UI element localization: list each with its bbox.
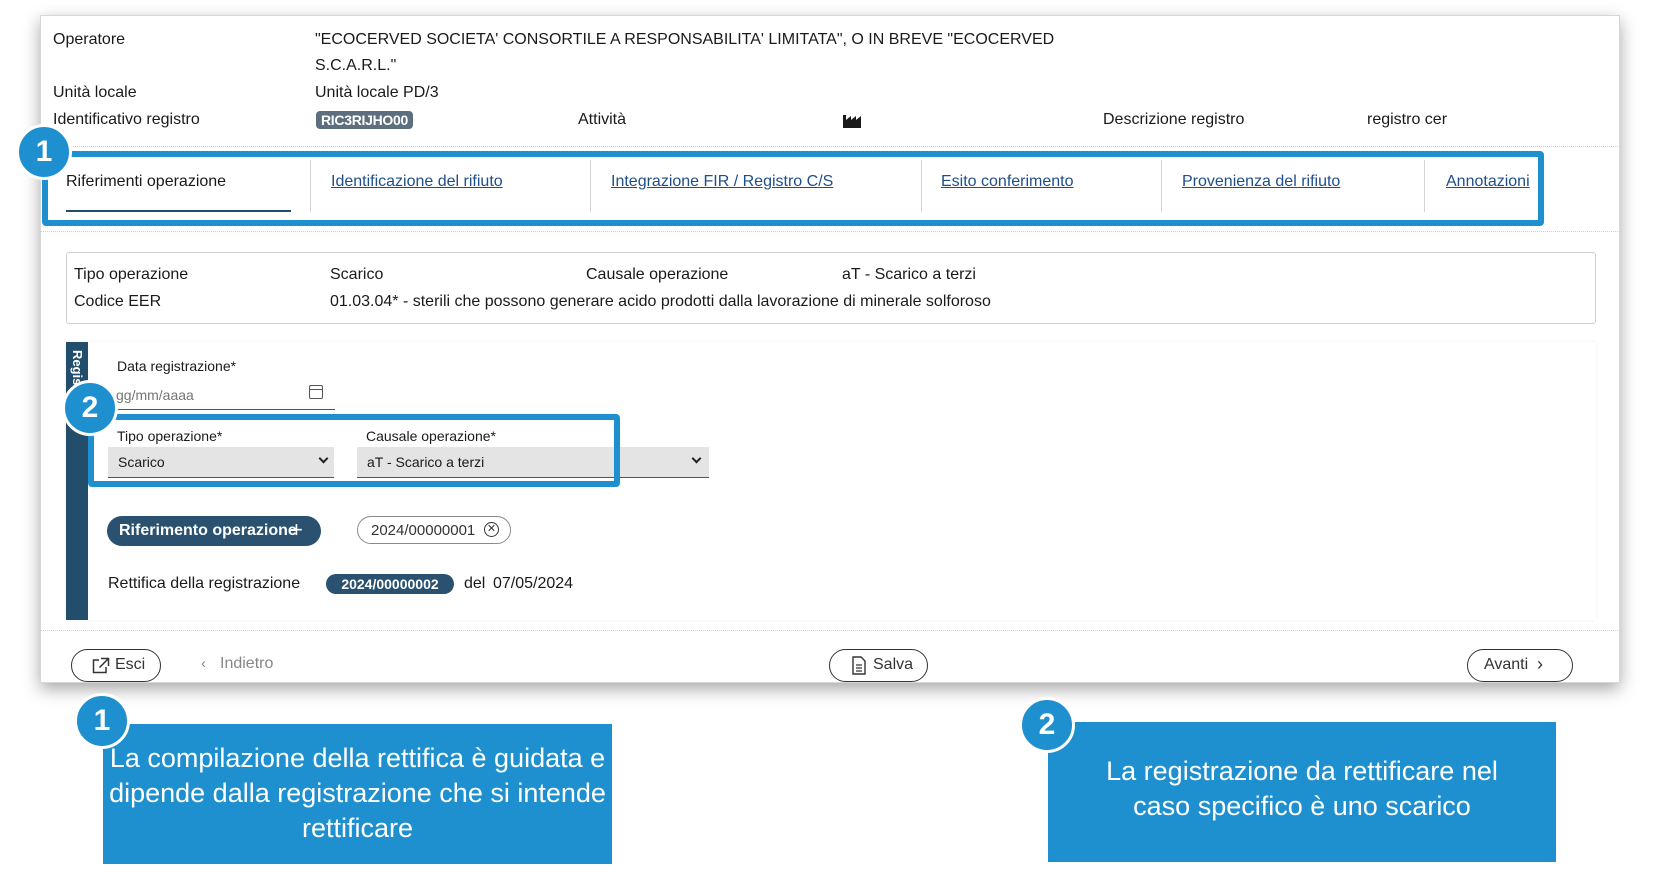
document-icon (852, 656, 866, 675)
plus-icon: + (290, 517, 303, 542)
data-registrazione-input[interactable] (110, 380, 335, 410)
summary-tipo-value: Scarico (330, 266, 384, 283)
selects-highlight-frame (88, 414, 620, 487)
factory-icon (843, 115, 861, 128)
salva-label: Salva (873, 656, 914, 673)
riferimento-button-label: Riferimento operazione (119, 522, 297, 539)
registro-badge: RIC3RIJHO00 (316, 111, 413, 129)
callout-badge-1: 1 (74, 693, 130, 749)
rettifica-date: 07/05/2024 (493, 575, 574, 592)
calendar-icon[interactable] (309, 385, 323, 399)
avanti-label: Avanti (1484, 656, 1529, 673)
form-divider (40, 630, 1620, 631)
rettifica-label: Rettifica della registrazione (108, 575, 301, 592)
unita-label: Unità locale (53, 84, 137, 101)
tabs-divider (40, 231, 1620, 232)
tabs-highlight-frame (42, 151, 1544, 226)
summary-tipo-label: Tipo operazione (74, 266, 189, 283)
salva-button[interactable]: Salva (829, 649, 928, 682)
unita-value: Unità locale PD/3 (315, 84, 439, 101)
callout-1: La compilazione della rettifica è guidat… (103, 724, 612, 864)
attivita-label: Attività (578, 111, 627, 128)
remove-chip-icon[interactable]: ✕ (484, 522, 499, 537)
callout-badge-2: 2 (1019, 697, 1075, 753)
operatore-label: Operatore (53, 31, 126, 48)
annotation-badge-2: 2 (62, 380, 118, 436)
summary-causale-label: Causale operazione (586, 266, 729, 283)
descrizione-label: Descrizione registro (1103, 111, 1245, 128)
external-link-icon (92, 657, 110, 674)
chevron-left-icon: ‹ (201, 655, 206, 672)
rettifica-number-badge: 2024/00000002 (326, 574, 454, 594)
rettifica-del-text: del (464, 575, 486, 592)
esci-button[interactable]: Esci (71, 649, 161, 682)
callout-2: La registrazione da rettificare nel caso… (1048, 722, 1556, 862)
operation-summary (66, 252, 1596, 324)
chevron-right-icon: › (1537, 654, 1543, 674)
registro-label: Identificativo registro (53, 111, 200, 128)
operatore-value-line1: "ECOCERVED SOCIETA' CONSORTILE A RESPONS… (315, 31, 1055, 48)
summary-causale-value: aT - Scarico a terzi (842, 266, 976, 283)
header-divider (40, 146, 1620, 147)
add-riferimento-operazione-button[interactable]: Riferimento operazione + (107, 516, 321, 546)
summary-eer-value: 01.03.04* - sterili che possono generare… (330, 293, 991, 310)
riferimento-chip: 2024/00000001 ✕ (357, 516, 511, 544)
avanti-button[interactable]: Avanti › (1467, 649, 1573, 682)
data-registrazione-label: Data registrazione* (117, 358, 237, 374)
esci-label: Esci (115, 656, 146, 673)
riferimento-chip-value: 2024/00000001 (371, 522, 476, 539)
indietro-link[interactable]: Indietro (220, 655, 273, 673)
operatore-value-line2: S.C.A.R.L." (315, 57, 397, 74)
descrizione-value: registro cer (1367, 111, 1448, 128)
annotation-badge-1: 1 (16, 124, 72, 180)
chevron-down-icon (691, 453, 702, 464)
summary-eer-label: Codice EER (74, 293, 162, 310)
